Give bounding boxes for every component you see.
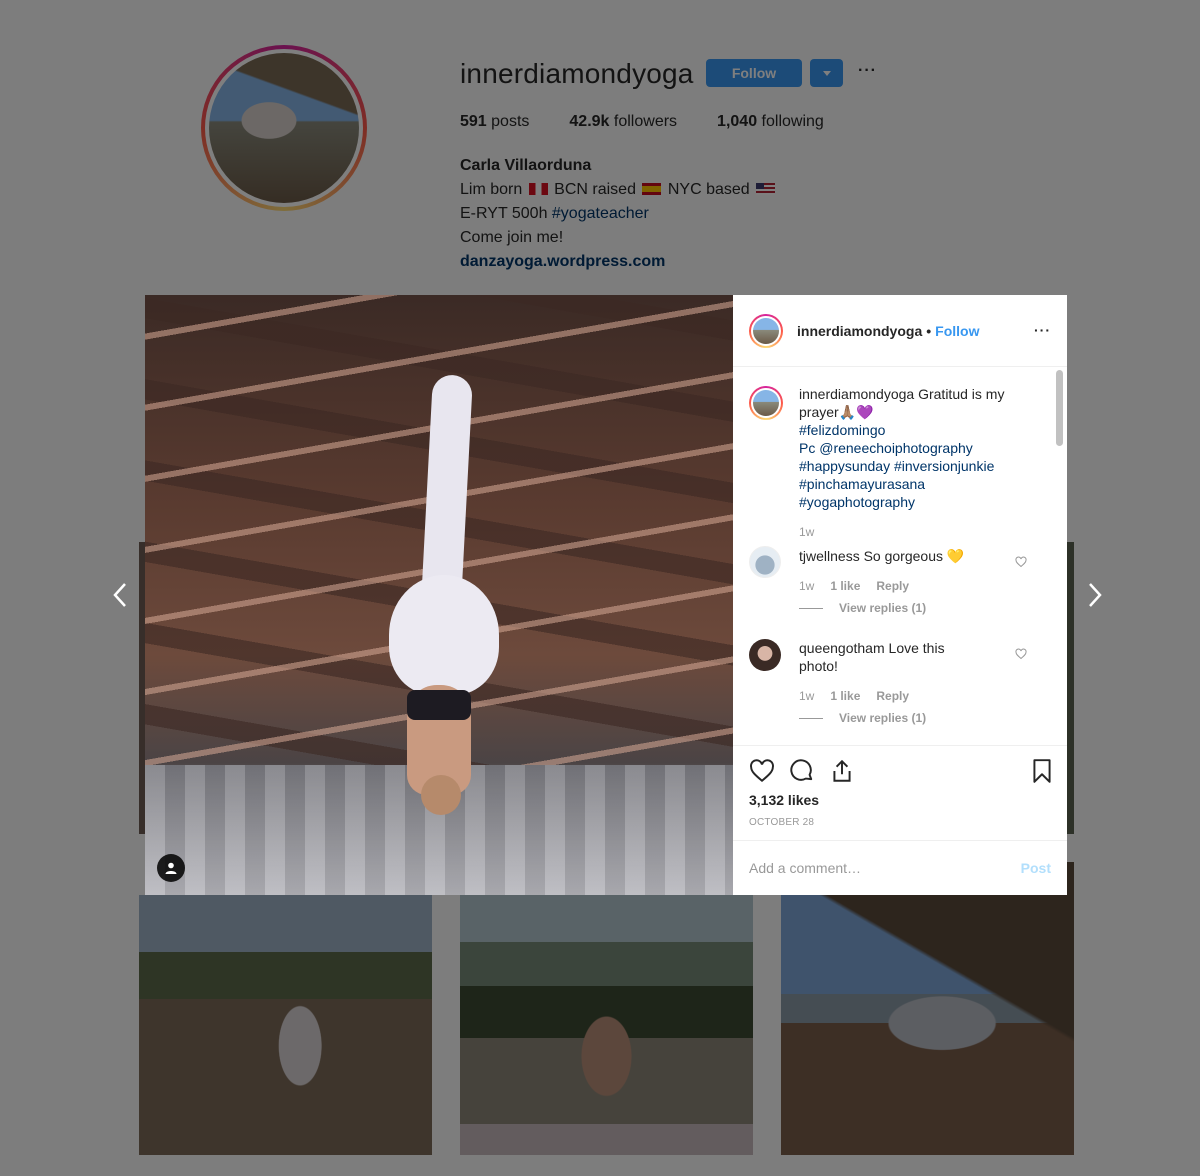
post-comment-button[interactable]: Post: [1021, 860, 1051, 876]
comment-text: queengotham Love this photo!: [799, 640, 945, 674]
comment-meta: 1w 1 like Reply: [799, 689, 910, 703]
reply-button[interactable]: Reply: [876, 689, 909, 703]
comment-icon[interactable]: [789, 758, 815, 784]
comment-text: tjwellness So gorgeous 💛: [799, 548, 965, 564]
post-options-button[interactable]: ···: [1034, 322, 1051, 338]
caption-username[interactable]: innerdiamondyoga: [799, 386, 914, 402]
post-modal: innerdiamondyoga • Follow ··· innerdiamo…: [145, 295, 1067, 895]
view-replies-button[interactable]: View replies (1): [799, 601, 926, 615]
comment-form: Post: [733, 840, 1067, 895]
post-sidebar: innerdiamondyoga • Follow ··· innerdiamo…: [733, 295, 1067, 895]
likes-count[interactable]: 3,132 likes: [749, 792, 819, 808]
post-date: OCTOBER 28: [749, 817, 815, 828]
chevron-right-icon[interactable]: [1083, 580, 1107, 610]
header-follow-button[interactable]: Follow: [935, 323, 979, 339]
photographer-mention[interactable]: Pc @reneechoiphotography: [799, 440, 973, 456]
post-author-username[interactable]: innerdiamondyoga: [797, 323, 922, 339]
post-caption: innerdiamondyoga Gratitud is my prayer🙏🏽…: [799, 386, 1005, 510]
avatar[interactable]: [749, 639, 781, 671]
avatar[interactable]: [749, 546, 781, 578]
heart-icon[interactable]: [1015, 648, 1027, 660]
hashtag-link[interactable]: #pinchamayurasana: [799, 476, 925, 492]
comment-input[interactable]: [749, 860, 1021, 876]
share-icon[interactable]: [829, 758, 855, 784]
comment-likes[interactable]: 1 like: [830, 579, 860, 593]
post-image[interactable]: [145, 295, 733, 895]
hashtag-link[interactable]: #happysunday #inversionjunkie: [799, 458, 994, 474]
avatar[interactable]: [749, 313, 783, 348]
comment-likes[interactable]: 1 like: [830, 689, 860, 703]
comments-list[interactable]: innerdiamondyoga Gratitud is my prayer🙏🏽…: [733, 368, 1067, 744]
reply-button[interactable]: Reply: [876, 579, 909, 593]
separator-dot: •: [926, 322, 932, 339]
chevron-left-icon[interactable]: [108, 580, 132, 610]
caption-timestamp: 1w: [799, 525, 815, 539]
comment-meta: 1w 1 like Reply: [799, 579, 910, 593]
comment-username[interactable]: tjwellness: [799, 548, 860, 564]
view-replies-button[interactable]: View replies (1): [799, 711, 926, 725]
hashtag-link[interactable]: #felizdomingo: [799, 422, 885, 438]
heart-icon[interactable]: [749, 758, 775, 784]
post-header: innerdiamondyoga • Follow ···: [733, 295, 1067, 367]
hashtag-link[interactable]: #yogaphotography: [799, 494, 915, 510]
comments-scrollbar[interactable]: [1056, 368, 1063, 744]
avatar[interactable]: [749, 386, 783, 420]
heart-icon[interactable]: [1015, 556, 1027, 568]
user-tag-icon[interactable]: [157, 854, 185, 882]
comment-username[interactable]: queengotham: [799, 640, 885, 656]
bookmark-icon[interactable]: [1029, 758, 1055, 784]
post-actions: 3,132 likes OCTOBER 28: [733, 745, 1067, 841]
